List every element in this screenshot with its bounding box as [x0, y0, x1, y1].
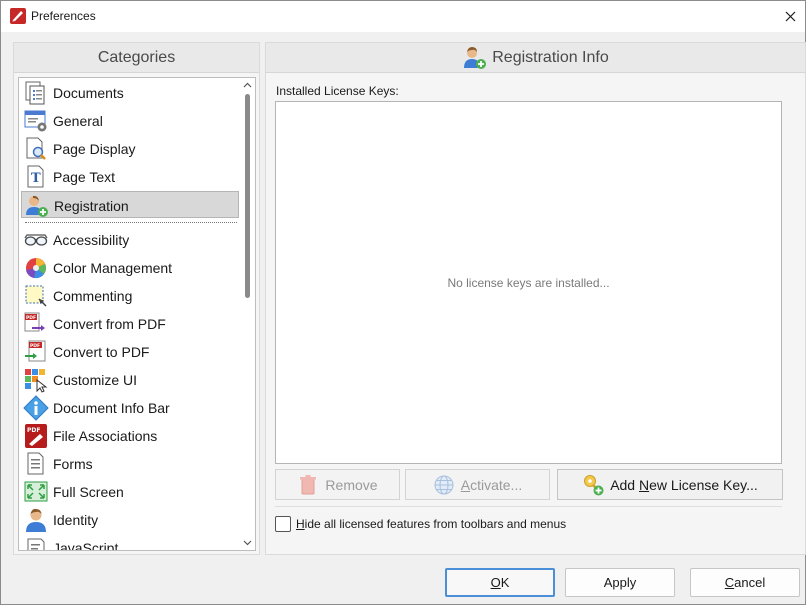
- categories-list[interactable]: Documents General Page Display T Page Te…: [18, 77, 256, 551]
- category-label: Convert to PDF: [53, 344, 150, 360]
- category-label: Accessibility: [53, 232, 130, 248]
- categories-title: Categories: [97, 48, 176, 66]
- document-info-bar-icon: [23, 395, 49, 421]
- ok-button[interactable]: OK: [445, 568, 555, 597]
- scroll-up-icon[interactable]: [243, 81, 252, 90]
- accessibility-icon: [24, 234, 48, 246]
- javascript-icon: [27, 538, 45, 550]
- cancel-label: Cancel: [724, 575, 766, 590]
- category-full-screen[interactable]: Full Screen: [21, 478, 239, 505]
- category-label: JavaScript: [53, 540, 119, 551]
- category-separator: [25, 222, 237, 223]
- page-display-icon: [26, 137, 46, 160]
- registration-header-icon: [464, 46, 487, 69]
- app-logo-icon: [10, 8, 26, 24]
- hide-features-checkbox[interactable]: [275, 516, 291, 532]
- hide-features-label: Hide all licensed features from toolbars…: [296, 517, 567, 531]
- remove-button[interactable]: Remove: [275, 469, 400, 500]
- category-label: Convert from PDF: [53, 316, 166, 332]
- key-add-icon: [584, 474, 604, 495]
- registration-title: Registration Info: [492, 48, 609, 66]
- category-color-management[interactable]: Color Management: [21, 254, 239, 281]
- hide-features-row[interactable]: Hide all licensed features from toolbars…: [275, 516, 566, 532]
- identity-icon: [26, 508, 46, 532]
- categories-scrollbar[interactable]: [240, 78, 255, 550]
- license-keys-list[interactable]: No license keys are installed...: [275, 101, 782, 464]
- ok-label: OK: [490, 575, 510, 590]
- customize-ui-icon: [25, 369, 48, 393]
- category-label: Customize UI: [53, 372, 138, 388]
- activate-label: Activate...: [460, 476, 523, 493]
- category-page-display[interactable]: Page Display: [21, 135, 239, 162]
- category-accessibility[interactable]: Accessibility: [21, 226, 239, 253]
- category-label: File Associations: [53, 428, 158, 444]
- category-customize-ui[interactable]: Customize UI: [21, 366, 239, 393]
- category-commenting[interactable]: Commenting: [21, 282, 239, 309]
- category-label: Page Text: [53, 169, 116, 185]
- convert-to-pdf-icon: PDF: [25, 340, 46, 362]
- color-management-icon: [26, 258, 46, 279]
- registration-icon: [26, 195, 48, 217]
- category-convert-from-pdf[interactable]: PDF Convert from PDF: [21, 310, 239, 337]
- registration-panel: Registration Info Installed License Keys…: [265, 42, 806, 555]
- category-label: General: [53, 113, 103, 129]
- categories-panel: Categories Documents General Page Displa…: [13, 42, 260, 555]
- forms-icon: [27, 452, 44, 475]
- svg-text:PDF: PDF: [26, 315, 36, 321]
- remove-label: Remove: [325, 476, 378, 493]
- category-label: Identity: [53, 512, 99, 528]
- activate-button[interactable]: Activate...: [405, 469, 550, 500]
- apply-button[interactable]: Apply: [565, 568, 675, 597]
- category-label: Document Info Bar: [53, 400, 170, 416]
- close-icon: [785, 11, 795, 22]
- category-label: Color Management: [53, 260, 173, 276]
- installed-keys-label: Installed License Keys:: [276, 84, 399, 98]
- scrollbar-thumb[interactable]: [245, 94, 250, 298]
- add-license-key-button[interactable]: Add New License Key...: [557, 469, 783, 500]
- category-javascript[interactable]: JavaScript: [21, 534, 239, 551]
- category-file-associations[interactable]: PDF File Associations: [21, 422, 239, 449]
- category-label: Page Display: [53, 141, 136, 157]
- registration-header: Registration Info: [266, 43, 805, 73]
- category-documents[interactable]: Documents: [21, 79, 239, 106]
- cancel-button[interactable]: Cancel: [690, 568, 800, 597]
- convert-from-pdf-icon: PDF: [24, 312, 45, 332]
- category-registration[interactable]: Registration: [21, 191, 239, 218]
- full-screen-icon: [24, 481, 48, 502]
- category-label: Documents: [53, 85, 124, 101]
- categories-header: Categories: [14, 43, 259, 73]
- category-general[interactable]: General: [21, 107, 239, 134]
- svg-text:PDF: PDF: [27, 427, 40, 434]
- file-associations-icon: PDF: [25, 424, 47, 448]
- svg-text:PDF: PDF: [30, 343, 40, 349]
- page-text-icon: T: [27, 165, 44, 188]
- category-label: Commenting: [53, 288, 133, 304]
- category-page-text[interactable]: T Page Text: [21, 163, 239, 190]
- category-identity[interactable]: Identity: [21, 506, 239, 533]
- category-document-info-bar[interactable]: Document Info Bar: [21, 394, 239, 421]
- preferences-window: Preferences Categories Documents General…: [0, 0, 806, 605]
- documents-icon: [25, 81, 45, 105]
- divider: [275, 506, 782, 507]
- category-label: Registration: [54, 198, 129, 214]
- dialog-button-bar: OK Apply Cancel: [1, 559, 805, 604]
- scroll-down-icon[interactable]: [243, 538, 252, 547]
- category-label: Forms: [53, 456, 93, 472]
- category-convert-to-pdf[interactable]: PDF Convert to PDF: [21, 338, 239, 365]
- add-license-key-label: Add New License Key...: [610, 476, 758, 493]
- empty-keys-message: No license keys are installed...: [447, 275, 610, 290]
- trash-icon: [300, 474, 317, 494]
- category-forms[interactable]: Forms: [21, 450, 239, 477]
- commenting-icon: [25, 285, 47, 307]
- title-bar: Preferences: [1, 1, 805, 32]
- globe-icon: [434, 475, 454, 494]
- general-icon: [24, 110, 47, 132]
- category-label: Full Screen: [53, 484, 124, 500]
- svg-text:T: T: [31, 171, 41, 186]
- window-title: Preferences: [31, 9, 96, 23]
- apply-label: Apply: [603, 575, 637, 590]
- close-button[interactable]: [775, 1, 805, 32]
